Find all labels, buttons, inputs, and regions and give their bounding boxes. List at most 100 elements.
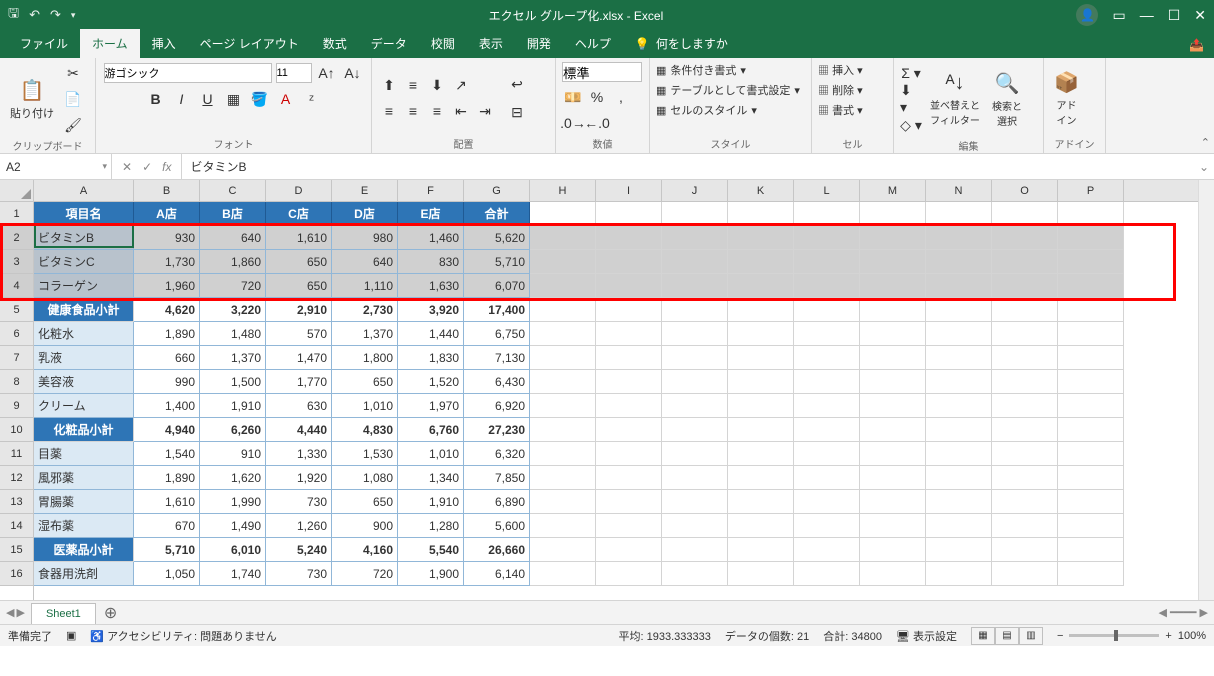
column-header[interactable]: I: [596, 180, 662, 201]
row-header[interactable]: 2: [0, 226, 33, 250]
cell[interactable]: [530, 562, 596, 586]
column-header[interactable]: A: [34, 180, 134, 201]
sheet-tab-sheet1[interactable]: Sheet1: [31, 603, 96, 624]
cell[interactable]: 1,540: [134, 442, 200, 466]
column-header[interactable]: P: [1058, 180, 1124, 201]
cell[interactable]: 1,530: [332, 442, 398, 466]
cell[interactable]: [860, 466, 926, 490]
cell[interactable]: [926, 514, 992, 538]
cell[interactable]: [794, 346, 860, 370]
cell[interactable]: 1,520: [398, 370, 464, 394]
column-header[interactable]: O: [992, 180, 1058, 201]
cell[interactable]: [1058, 226, 1124, 250]
tab-developer[interactable]: 開発: [515, 29, 563, 58]
cell[interactable]: 7,130: [464, 346, 530, 370]
row-header[interactable]: 11: [0, 442, 33, 466]
row-header[interactable]: 14: [0, 514, 33, 538]
cell[interactable]: 1,010: [332, 394, 398, 418]
cell[interactable]: 1,440: [398, 322, 464, 346]
cell[interactable]: 1,910: [398, 490, 464, 514]
sheet-nav-prev-icon[interactable]: ◀: [6, 606, 14, 619]
tab-page-layout[interactable]: ページ レイアウト: [188, 29, 311, 58]
font-name-input[interactable]: [104, 63, 272, 83]
addins-button[interactable]: 📦アド イン: [1050, 68, 1083, 129]
column-header[interactable]: B: [134, 180, 200, 201]
align-left-icon[interactable]: ≡: [378, 100, 400, 122]
cell[interactable]: [596, 274, 662, 298]
cell[interactable]: [992, 490, 1058, 514]
wrap-text-icon[interactable]: ↩: [506, 73, 528, 95]
cell[interactable]: [926, 490, 992, 514]
cell[interactable]: [794, 394, 860, 418]
fx-icon[interactable]: fx: [162, 160, 171, 174]
column-header[interactable]: F: [398, 180, 464, 201]
cell[interactable]: 1,890: [134, 466, 200, 490]
cell[interactable]: [596, 538, 662, 562]
row-header[interactable]: 7: [0, 346, 33, 370]
cell[interactable]: [992, 514, 1058, 538]
cell[interactable]: [860, 274, 926, 298]
cell[interactable]: クリーム: [34, 394, 134, 418]
cell[interactable]: [1058, 418, 1124, 442]
cell[interactable]: [728, 538, 794, 562]
cell[interactable]: [728, 562, 794, 586]
cell[interactable]: 項目名: [34, 202, 134, 226]
cell[interactable]: [992, 298, 1058, 322]
cell[interactable]: 5,620: [464, 226, 530, 250]
cell[interactable]: [662, 418, 728, 442]
tab-help[interactable]: ヘルプ: [563, 29, 623, 58]
cell[interactable]: 2,910: [266, 298, 332, 322]
row-header[interactable]: 9: [0, 394, 33, 418]
qat-dropdown-icon[interactable]: ▾: [71, 10, 76, 21]
cell[interactable]: [926, 538, 992, 562]
cell[interactable]: 胃腸薬: [34, 490, 134, 514]
cell[interactable]: 1,500: [200, 370, 266, 394]
cell[interactable]: [596, 322, 662, 346]
cell[interactable]: 570: [266, 322, 332, 346]
cell[interactable]: 6,260: [200, 418, 266, 442]
cell[interactable]: [926, 562, 992, 586]
cell[interactable]: 1,010: [398, 442, 464, 466]
cell[interactable]: [926, 250, 992, 274]
cell[interactable]: 1,480: [200, 322, 266, 346]
currency-icon[interactable]: 💴: [562, 86, 584, 108]
cell[interactable]: [728, 370, 794, 394]
cell[interactable]: [794, 562, 860, 586]
cell[interactable]: [926, 202, 992, 226]
cell[interactable]: [794, 442, 860, 466]
new-sheet-button[interactable]: ⊕: [96, 603, 125, 623]
cell[interactable]: 4,830: [332, 418, 398, 442]
cell[interactable]: [794, 418, 860, 442]
cell[interactable]: [728, 226, 794, 250]
cell[interactable]: [530, 274, 596, 298]
cell[interactable]: [728, 250, 794, 274]
cell[interactable]: [926, 394, 992, 418]
row-header[interactable]: 6: [0, 322, 33, 346]
cancel-formula-icon[interactable]: ✕: [122, 160, 132, 174]
cell[interactable]: [860, 250, 926, 274]
cell[interactable]: [662, 274, 728, 298]
user-avatar[interactable]: 👤: [1076, 4, 1098, 26]
cell[interactable]: 1,920: [266, 466, 332, 490]
indent-decrease-icon[interactable]: ⇤: [450, 100, 472, 122]
close-button[interactable]: ✕: [1194, 7, 1206, 24]
cell[interactable]: [860, 202, 926, 226]
cell[interactable]: 食器用洗剤: [34, 562, 134, 586]
cell[interactable]: [992, 466, 1058, 490]
cell[interactable]: [1058, 442, 1124, 466]
cell[interactable]: 6,010: [200, 538, 266, 562]
share-button[interactable]: 📤: [1179, 32, 1214, 58]
cell[interactable]: [1058, 490, 1124, 514]
cell[interactable]: [530, 346, 596, 370]
row-header[interactable]: 13: [0, 490, 33, 514]
cell[interactable]: [728, 418, 794, 442]
cell[interactable]: 1,460: [398, 226, 464, 250]
row-header[interactable]: 10: [0, 418, 33, 442]
cell[interactable]: 1,370: [200, 346, 266, 370]
cell[interactable]: [530, 370, 596, 394]
cell[interactable]: 650: [266, 250, 332, 274]
cell[interactable]: [530, 250, 596, 274]
column-header[interactable]: K: [728, 180, 794, 201]
cell[interactable]: 830: [398, 250, 464, 274]
cell[interactable]: 風邪薬: [34, 466, 134, 490]
